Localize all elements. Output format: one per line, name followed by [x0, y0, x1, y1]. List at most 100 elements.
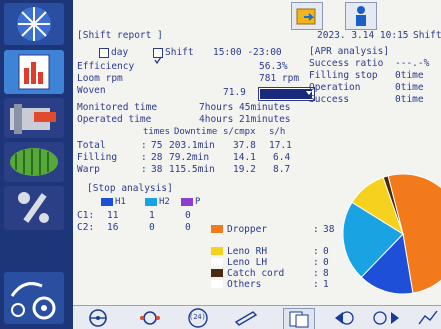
cause-count: 0 — [323, 257, 329, 268]
stat-value: 7hours 45minutes — [199, 102, 291, 113]
legend-swatch-h2 — [145, 198, 157, 206]
stop-row-value: 16 — [107, 222, 119, 233]
day-label: day — [111, 47, 129, 58]
stat-value: 71.9 — [223, 87, 246, 98]
cell-times: 38 — [151, 164, 163, 175]
bottom-button-motor[interactable] — [137, 308, 163, 328]
table-header: Downtime — [174, 127, 218, 137]
operator-button[interactable] — [345, 2, 377, 30]
stat-value: 56.3% — [259, 61, 288, 72]
motor-icon — [140, 311, 160, 325]
stop-row-value: 11 — [107, 210, 119, 221]
colon: : — [141, 164, 147, 175]
cell-downtime: 79.2min — [169, 152, 210, 163]
export-button[interactable] — [291, 2, 323, 30]
shift-report-screen: [Shift report ] 2023. 3.14 10:15 Shift d… — [0, 0, 441, 329]
bottom-button-steering[interactable] — [87, 308, 109, 328]
graph-icon — [418, 310, 438, 325]
colon: : — [313, 257, 319, 268]
row-label: Filling — [77, 152, 118, 163]
shift-checkbox[interactable] — [153, 48, 163, 65]
stop-row-value: 1 — [149, 210, 155, 221]
cell-downtime: 115.5min — [169, 164, 215, 175]
stop-row-value: 0 — [185, 222, 191, 233]
stop-row-value: 0 — [185, 210, 191, 221]
stat-label: Woven — [77, 85, 106, 96]
sidebar-report-button[interactable] — [4, 50, 64, 94]
bottom-button-copy[interactable] — [283, 308, 315, 329]
bottom-button-next[interactable] — [371, 308, 401, 328]
stop-cause-pie-chart — [342, 173, 441, 295]
gear-icon — [10, 282, 56, 320]
stop-row-label: C1: — [77, 210, 95, 221]
bottom-button-graph[interactable] — [417, 308, 439, 328]
wrench-icon — [18, 192, 49, 223]
legend-label: H1 — [115, 197, 126, 207]
bottom-button-needle[interactable] — [233, 308, 259, 328]
checkmark-icon — [154, 56, 162, 65]
cause-swatch — [211, 280, 223, 288]
sidebar-settings-button[interactable] — [4, 272, 64, 324]
apr-value: ---.-% — [395, 58, 430, 69]
apr-value: 0time — [395, 82, 424, 93]
apr-label: Filling stop — [309, 70, 378, 81]
colon: : — [313, 246, 319, 257]
header-datetime: 2023. 3.14 10:15 — [317, 30, 409, 41]
steering-wheel-icon — [89, 309, 107, 327]
apr-label: Success — [309, 94, 350, 105]
stat-label: Operated time — [77, 114, 152, 125]
cell-sh: 17.1 — [269, 140, 292, 151]
sidebar-star-button[interactable] — [4, 3, 64, 45]
person-icon — [356, 6, 366, 26]
bottom-button-page[interactable]: (24) — [185, 308, 211, 328]
header-shift-label: Shift — [413, 30, 441, 41]
stat-value: 4hours 21minutes — [199, 114, 291, 125]
legend-label: P — [195, 197, 201, 207]
chevron-left-icon — [335, 311, 354, 325]
woven-unit-select[interactable] — [258, 87, 315, 101]
colon: : — [141, 152, 147, 163]
page-title: [Shift report ] — [77, 30, 163, 41]
stop-analysis-title: [Stop analysis] — [87, 183, 173, 194]
sidebar-loom-button[interactable] — [4, 98, 64, 138]
cause-swatch — [211, 258, 223, 266]
cell-downtime: 203.1min — [169, 140, 215, 151]
apr-label: Operation — [309, 82, 361, 93]
sidebar-tools-button[interactable] — [4, 186, 64, 230]
cause-label: Leno RH — [227, 246, 268, 257]
yarn-icon — [10, 148, 58, 176]
row-label: Warp — [77, 164, 100, 175]
apr-title: [APR analysis] — [309, 46, 390, 57]
stat-value: 781 rpm — [259, 73, 300, 84]
folder-arrow-icon — [296, 8, 316, 25]
main-panel: [Shift report ] 2023. 3.14 10:15 Shift d… — [73, 0, 441, 305]
cause-label: Leno LH — [227, 257, 268, 268]
needle-icon — [234, 311, 258, 326]
cell-sh: 6.4 — [273, 152, 291, 163]
stop-row-value: 0 — [149, 222, 155, 233]
stat-label: Monitored time — [77, 102, 158, 113]
day-checkbox[interactable] — [99, 48, 109, 58]
cell-times: 28 — [151, 152, 163, 163]
bottom-toolbar: (24) — [73, 305, 441, 329]
cause-count: 1 — [323, 279, 329, 290]
apr-label: Success ratio — [309, 58, 384, 69]
shift-range: 15:00 -23:00 — [213, 47, 282, 58]
cell-scmpx: 14.1 — [233, 152, 256, 163]
table-header: times — [143, 127, 171, 137]
stat-label: Efficiency — [77, 61, 135, 72]
cell-times: 75 — [151, 140, 163, 151]
shift-label: Shift — [165, 47, 194, 58]
cause-label: Dropper — [227, 224, 268, 235]
apr-value: 0time — [395, 94, 424, 105]
colon: : — [313, 224, 319, 235]
chevron-right-icon — [373, 311, 399, 325]
bottom-button-prev[interactable] — [325, 308, 355, 328]
cause-label: Catch cord — [227, 268, 285, 279]
star-icon — [17, 7, 51, 41]
woven-unit-selected — [260, 89, 312, 99]
sidebar-yarn-button[interactable] — [4, 142, 64, 182]
stat-label: Loom rpm — [77, 73, 123, 84]
colon: : — [141, 140, 147, 151]
cause-swatch — [211, 247, 223, 255]
